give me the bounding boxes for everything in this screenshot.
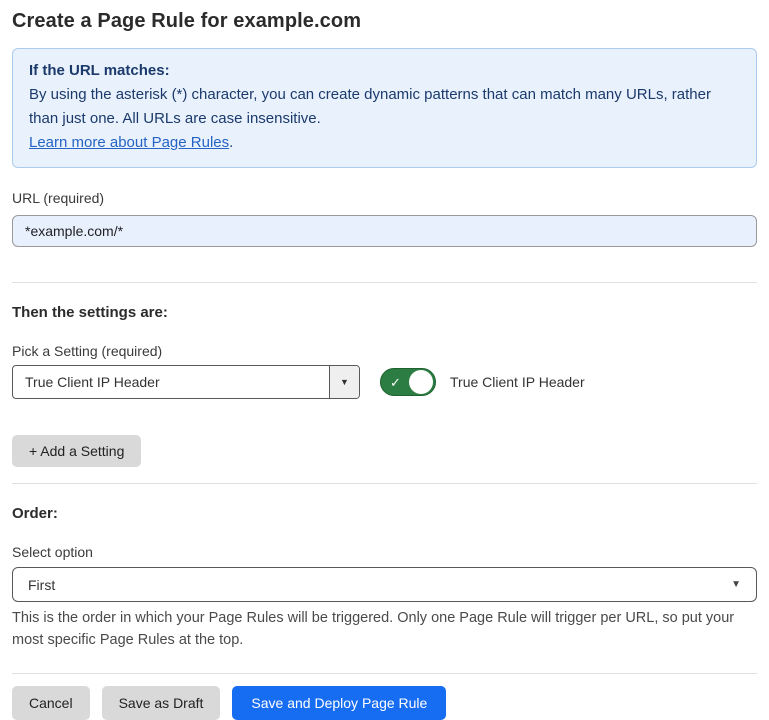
cancel-button[interactable]: Cancel: [12, 686, 90, 720]
link-suffix: .: [229, 134, 233, 151]
url-field-label: URL (required): [12, 190, 757, 206]
order-select-value: First: [28, 577, 55, 593]
learn-more-link[interactable]: Learn more about Page Rules: [29, 134, 229, 151]
divider: [12, 282, 757, 283]
check-icon: ✓: [390, 376, 401, 389]
order-select[interactable]: First ▼: [12, 567, 757, 602]
setting-dropdown[interactable]: True Client IP Header ▼: [12, 365, 360, 399]
footer-buttons: Cancel Save as Draft Save and Deploy Pag…: [12, 686, 757, 720]
page-container: Create a Page Rule for example.com If th…: [0, 0, 769, 720]
info-box-link-line: Learn more about Page Rules.: [29, 131, 740, 155]
url-input[interactable]: [12, 215, 757, 247]
page-title: Create a Page Rule for example.com: [12, 10, 757, 33]
setting-dropdown-button[interactable]: ▼: [329, 366, 359, 398]
order-section-heading: Order:: [12, 505, 757, 522]
divider: [12, 483, 757, 484]
toggle-label: True Client IP Header: [450, 374, 585, 390]
chevron-down-icon: ▼: [340, 377, 349, 387]
settings-section-heading: Then the settings are:: [12, 304, 757, 321]
info-box-heading: If the URL matches:: [29, 59, 740, 83]
setting-row: True Client IP Header ▼ ✓ True Client IP…: [12, 365, 757, 399]
setting-dropdown-value: True Client IP Header: [13, 366, 329, 398]
save-as-draft-button[interactable]: Save as Draft: [102, 686, 221, 720]
info-box-body: By using the asterisk (*) character, you…: [29, 83, 740, 131]
chevron-down-icon: ▼: [731, 579, 741, 590]
pick-setting-label: Pick a Setting (required): [12, 343, 757, 359]
order-help-text: This is the order in which your Page Rul…: [12, 608, 757, 652]
true-client-ip-toggle[interactable]: ✓: [380, 368, 436, 396]
toggle-knob: [409, 370, 433, 394]
url-match-info-box: If the URL matches: By using the asteris…: [12, 48, 757, 168]
add-setting-button[interactable]: + Add a Setting: [12, 435, 141, 467]
save-and-deploy-button[interactable]: Save and Deploy Page Rule: [232, 686, 446, 720]
order-select-label: Select option: [12, 544, 757, 560]
divider: [12, 673, 757, 674]
